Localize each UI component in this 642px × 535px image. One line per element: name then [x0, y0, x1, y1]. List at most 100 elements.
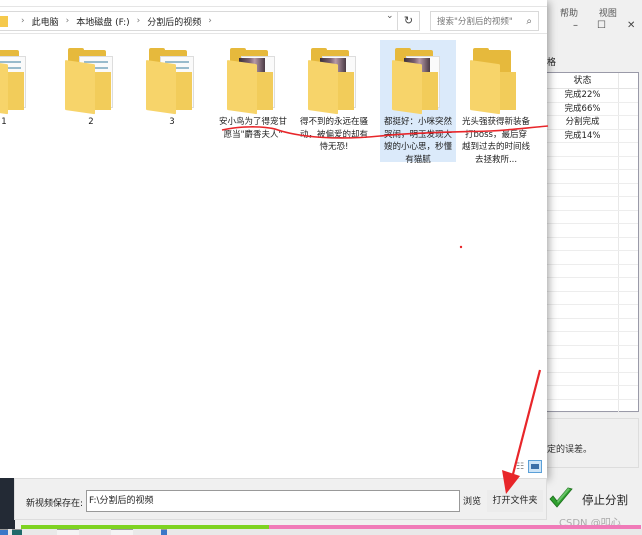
status-cell [547, 264, 619, 277]
status-row[interactable] [547, 332, 638, 346]
taskbar-icon[interactable] [111, 529, 133, 535]
status-row[interactable]: 分割完成 [547, 116, 638, 130]
folder-icon [470, 48, 522, 115]
status-cell [547, 143, 619, 156]
folder-name: 1 [1, 117, 7, 127]
folder-item[interactable]: 得不到的永远在骚动，被偏爱的却有恃无恐! [296, 40, 372, 162]
folder-name: 得不到的永远在骚动，被偏爱的却有恃无恐! [299, 117, 368, 152]
chevron-right-icon: › [65, 16, 70, 26]
hint-text: 定的误差。 [547, 445, 593, 455]
status-table: 状态 完成22% 完成66% 分割完成 完成14% [547, 72, 639, 413]
status-cell [547, 156, 619, 169]
folder-name: 都挺好：小咪突然哭闹，明玉发现大嫂的小心思，秒懂有猫腻 [383, 117, 452, 165]
address-row: › 此电脑 › 本地磁盘 (F:) › 分割后的视频 › ⌄ ↻ 搜索"分割后的… [0, 6, 547, 34]
status-row[interactable] [547, 143, 638, 157]
folder-icon [392, 48, 444, 115]
status-row[interactable] [547, 237, 638, 251]
menu-help[interactable]: 帮助 [560, 9, 578, 19]
search-placeholder: 搜索"分割后的视频" [437, 17, 513, 27]
status-row[interactable] [547, 156, 638, 170]
status-cell [547, 251, 619, 264]
close-button[interactable]: ✕ [627, 20, 635, 31]
save-path-input[interactable]: F:\分割后的视频 [86, 490, 460, 512]
status-cell [547, 224, 619, 237]
status-row[interactable] [547, 183, 638, 197]
folder-item[interactable]: 光头强获得新装备打boss，最后穿越到过去的时间线去拯救所... [458, 40, 534, 165]
folder-item[interactable]: 1 [0, 40, 42, 162]
taskbar-icon[interactable] [0, 529, 8, 535]
breadcrumb-local-disk[interactable]: 本地磁盘 (F:) [76, 15, 129, 28]
status-row[interactable] [547, 305, 638, 319]
browse-button[interactable]: 浏览 [463, 494, 481, 507]
folder-icon [65, 48, 117, 115]
refresh-icon: ↻ [403, 14, 414, 27]
taskbar-icon[interactable] [57, 529, 79, 535]
open-folder-button[interactable]: 打开文件夹 [487, 490, 543, 512]
folder-grid: 1 2 3 安小鸟为了得宠甘愿当"麝香夫人" 得不到的永远在骚动，被偏爱的却有恃无恐! 都… [0, 38, 547, 468]
folder-item[interactable]: 2 [53, 40, 129, 162]
status-row[interactable] [547, 345, 638, 359]
status-row[interactable] [547, 386, 638, 400]
folder-name: 光头强获得新装备打boss，最后穿越到过去的时间线去拯救所... [461, 117, 530, 165]
folder-icon [146, 48, 198, 115]
status-row[interactable] [547, 359, 638, 373]
status-cell [547, 318, 619, 331]
folder-item[interactable]: 3 [134, 40, 210, 162]
status-row[interactable] [547, 399, 638, 413]
status-row[interactable] [547, 170, 638, 184]
status-cell [547, 372, 619, 385]
status-row[interactable] [547, 264, 638, 278]
maximize-button[interactable]: ☐ [597, 20, 606, 31]
taskbar [0, 529, 642, 535]
status-cell [547, 291, 619, 304]
chevron-right-icon: › [21, 16, 25, 26]
address-dropdown-icon[interactable]: ⌄ [386, 11, 394, 21]
file-explorer-window: › 此电脑 › 本地磁盘 (F:) › 分割后的视频 › ⌄ ↻ 搜索"分割后的… [0, 0, 547, 478]
taskbar-icon[interactable] [12, 529, 22, 535]
status-cell [547, 332, 619, 345]
search-icon: ⌕ [526, 15, 532, 27]
status-cell: 完成66% [547, 102, 619, 115]
status-cell [547, 345, 619, 358]
status-row[interactable] [547, 278, 638, 292]
refresh-button[interactable]: ↻ [397, 11, 420, 31]
status-row[interactable] [547, 291, 638, 305]
save-location-label: 新视频保存在: [26, 499, 84, 509]
large-icons-view-icon[interactable] [528, 460, 543, 473]
status-cell [547, 237, 619, 250]
screen: 帮助 视图 – ☐ ✕ 格 状态 完成22% 完成66% 分割完成 完成14% 定的误… [0, 0, 642, 535]
address-bar[interactable]: › 此电脑 › 本地磁盘 (F:) › 分割后的视频 › [0, 11, 420, 31]
status-cell [547, 386, 619, 399]
status-row[interactable]: 完成22% [547, 89, 638, 103]
status-row[interactable]: 完成14% [547, 129, 638, 143]
chevron-right-icon: › [136, 16, 141, 26]
breadcrumb-split-videos[interactable]: 分割后的视频 [147, 15, 201, 28]
breadcrumb-this-pc[interactable]: 此电脑 [32, 15, 59, 28]
folder-icon [308, 48, 360, 115]
folder-icon [227, 48, 279, 115]
search-input[interactable]: 搜索"分割后的视频" ⌕ [430, 11, 539, 31]
folder-item[interactable]: 安小鸟为了得宠甘愿当"麝香夫人" [215, 40, 291, 162]
status-cell [547, 183, 619, 196]
status-row[interactable] [547, 251, 638, 265]
status-row[interactable] [547, 372, 638, 386]
status-row[interactable] [547, 318, 638, 332]
folder-icon [0, 48, 30, 115]
folder-icon [0, 15, 8, 27]
status-row[interactable] [547, 224, 638, 238]
menu-view[interactable]: 视图 [599, 9, 617, 19]
folder-item[interactable]: 都挺好：小咪突然哭闹，明玉发现大嫂的小心思，秒懂有猫腻 [380, 40, 456, 165]
stop-split-button[interactable]: 停止分割 [582, 492, 628, 508]
minimize-button[interactable]: – [573, 20, 578, 31]
status-cell: 分割完成 [547, 116, 619, 129]
status-row[interactable] [547, 210, 638, 224]
status-cell: 完成22% [547, 89, 619, 102]
status-cell [547, 197, 619, 210]
status-cell [547, 305, 619, 318]
taskbar-icon[interactable] [161, 529, 167, 535]
status-row[interactable] [547, 197, 638, 211]
status-cell [547, 170, 619, 183]
status-row[interactable]: 完成66% [547, 102, 638, 116]
chevron-right-icon: › [208, 16, 212, 26]
details-view-icon[interactable]: ☷ [516, 462, 524, 472]
